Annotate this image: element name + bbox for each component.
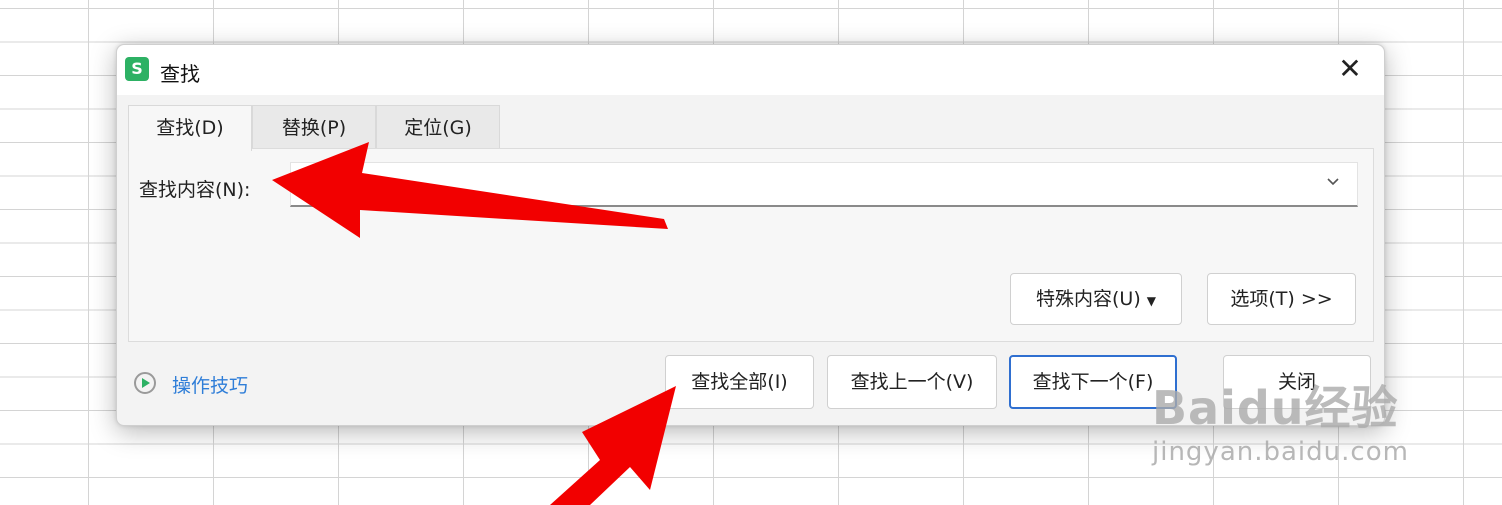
- find-panel: 查找内容(N): 特殊内容(U) ▼ 选项(T) >>: [128, 148, 1374, 342]
- dialog-title: 查找: [160, 62, 200, 86]
- baidu-watermark-url: jingyan.baidu.com: [1152, 437, 1409, 467]
- find-previous-button[interactable]: 查找上一个(V): [827, 355, 997, 409]
- tab-replace[interactable]: 替换(P): [252, 105, 376, 149]
- find-dialog: S 查找 ✕ 查找(D) 替换(P) 定位(G) 查找内容(N): 特殊内容(U…: [116, 44, 1385, 426]
- dialog-titlebar: S 查找 ✕: [117, 45, 1384, 95]
- play-circle-icon[interactable]: [134, 372, 156, 394]
- find-all-button[interactable]: 查找全部(I): [665, 355, 814, 409]
- dropdown-arrow-icon: ▼: [1146, 294, 1156, 308]
- close-icon[interactable]: ✕: [1334, 53, 1366, 85]
- special-content-label: 特殊内容(U): [1036, 288, 1141, 310]
- special-content-button[interactable]: 特殊内容(U) ▼: [1010, 273, 1182, 325]
- find-content-input[interactable]: [290, 162, 1358, 207]
- baidu-watermark-logo: Baidu经验: [1152, 381, 1399, 435]
- tips-link[interactable]: 操作技巧: [172, 371, 248, 398]
- chevron-down-icon[interactable]: [1326, 172, 1340, 191]
- options-button[interactable]: 选项(T) >>: [1207, 273, 1356, 325]
- tab-find[interactable]: 查找(D): [128, 105, 252, 151]
- find-content-label: 查找内容(N):: [139, 179, 251, 201]
- tab-goto[interactable]: 定位(G): [376, 105, 500, 149]
- spreadsheet-app-icon: S: [125, 57, 149, 81]
